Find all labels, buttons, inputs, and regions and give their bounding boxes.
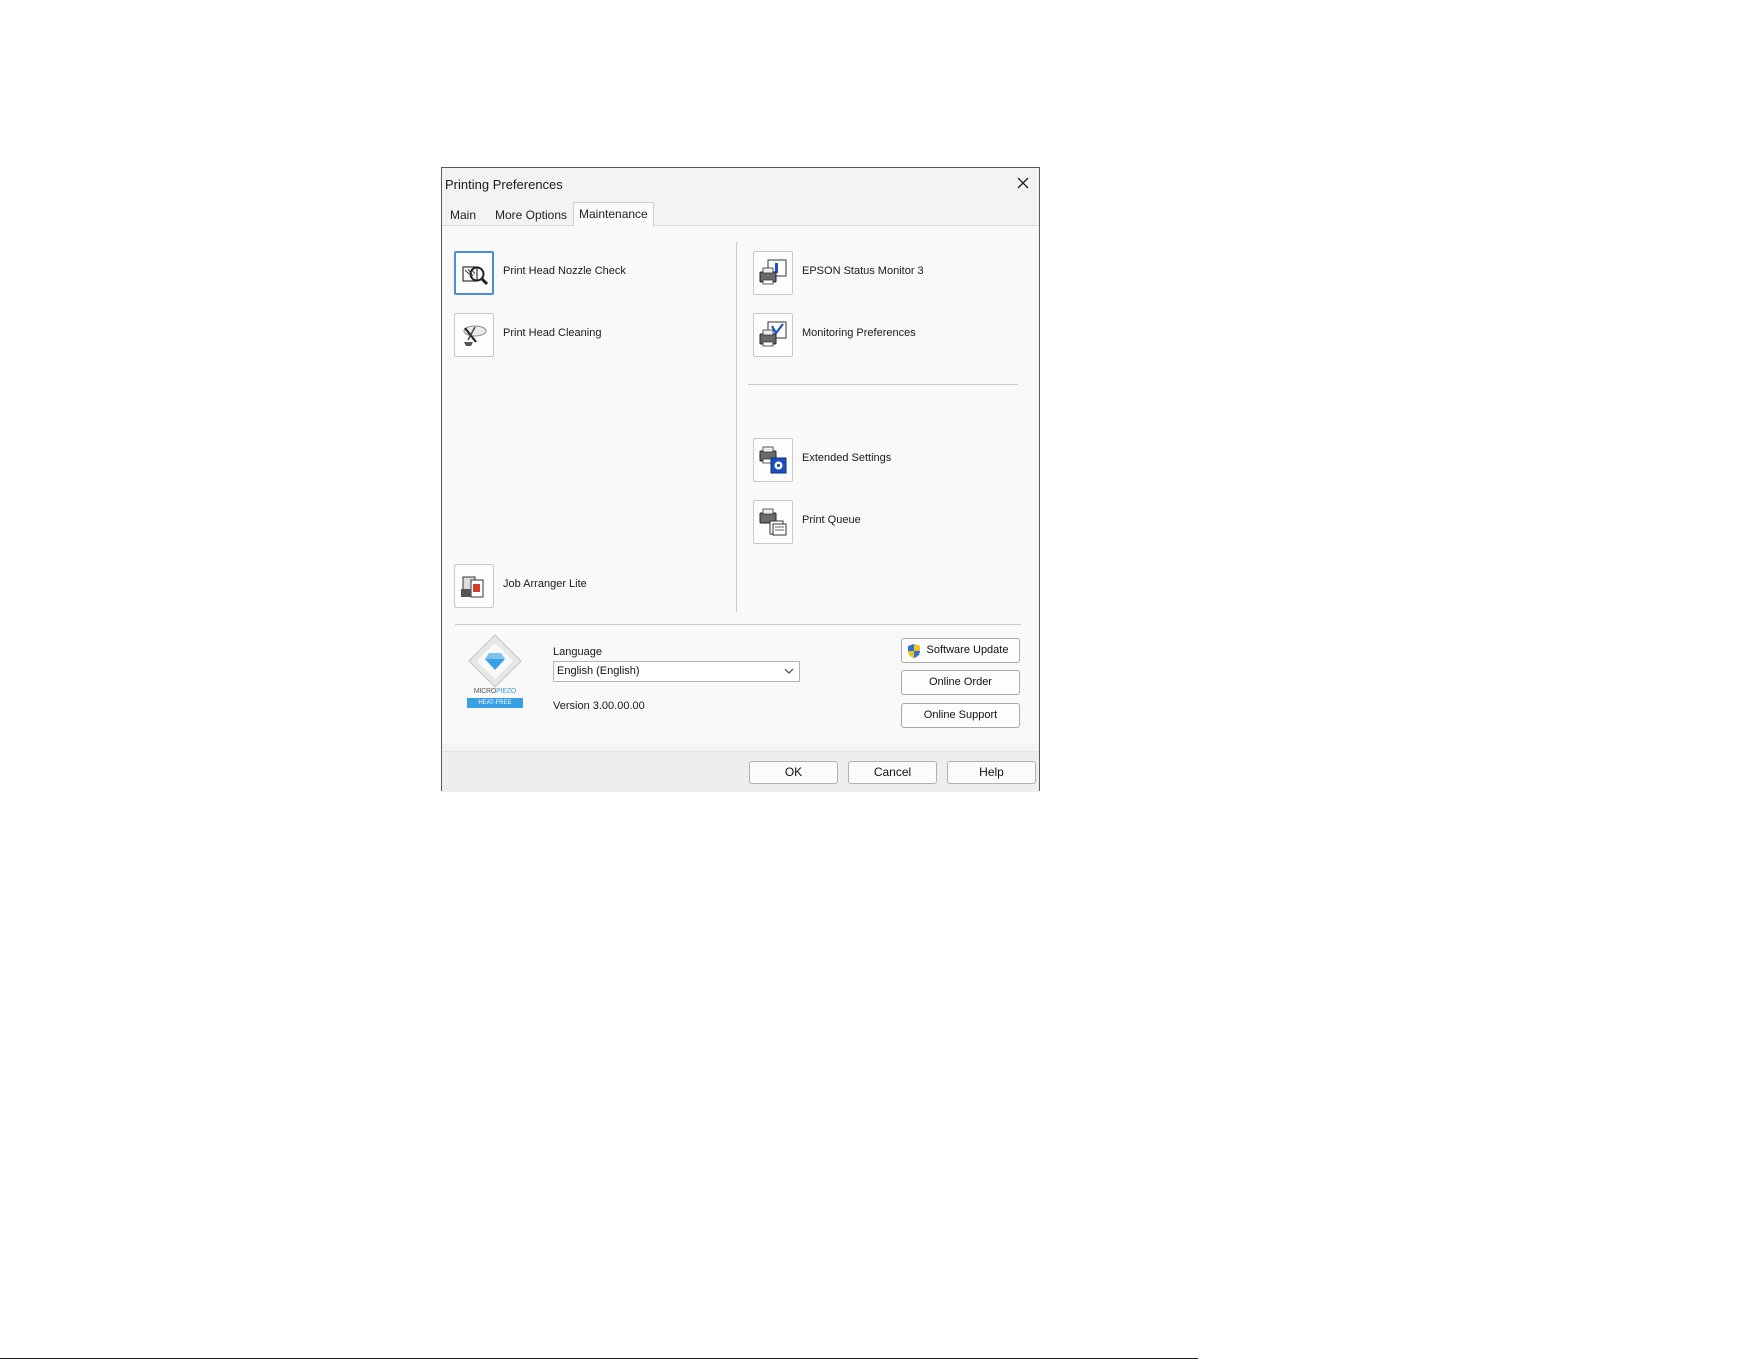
tab-more-options[interactable]: More Options xyxy=(490,205,572,225)
title-bar: Printing Preferences xyxy=(442,168,1039,200)
page-rule xyxy=(0,1358,1198,1359)
job-arranger-lite-label: Job Arranger Lite xyxy=(503,578,587,590)
micro-piezo-logo: MICROPIEZO HEAT-FREE xyxy=(465,633,525,713)
software-update-label: Software Update xyxy=(926,644,1009,656)
maintenance-panel: Print Head Nozzle Check Print Head Clean… xyxy=(442,226,1039,744)
print-head-nozzle-check-label: Print Head Nozzle Check xyxy=(503,265,626,277)
ok-button[interactable]: OK xyxy=(749,761,838,784)
software-update-button[interactable]: Software Update xyxy=(901,638,1020,663)
printing-preferences-dialog: Printing Preferences Main More Options M… xyxy=(441,167,1040,792)
cancel-button[interactable]: Cancel xyxy=(848,761,937,784)
version-text: Version 3.00.00.00 xyxy=(553,700,645,712)
print-head-cleaning-label: Print Head Cleaning xyxy=(503,327,602,339)
epson-status-monitor-label: EPSON Status Monitor 3 xyxy=(802,265,924,277)
print-queue-label: Print Queue xyxy=(802,514,861,526)
tab-maintenance[interactable]: Maintenance xyxy=(573,202,654,226)
logo-text-heat-free: HEAT-FREE xyxy=(467,698,523,708)
right-column-divider xyxy=(748,384,1018,385)
logo-text-piezo: PIEZO xyxy=(496,688,517,695)
chevron-down-icon xyxy=(784,668,794,674)
language-label: Language xyxy=(553,646,602,658)
help-button[interactable]: Help xyxy=(947,761,1036,784)
job-arranger-lite-button[interactable] xyxy=(454,564,494,608)
extended-settings-icon xyxy=(759,446,787,474)
extended-settings-label: Extended Settings xyxy=(802,452,892,464)
close-button[interactable] xyxy=(1009,168,1039,198)
print-queue-icon xyxy=(759,508,787,536)
column-divider xyxy=(736,242,737,612)
extended-settings-button[interactable] xyxy=(753,438,793,482)
job-arranger-icon xyxy=(461,576,484,598)
print-queue-button[interactable] xyxy=(753,500,793,544)
print-head-nozzle-check-button[interactable] xyxy=(454,251,494,295)
language-select-value: English (English) xyxy=(557,665,640,677)
online-support-button[interactable]: Online Support xyxy=(901,703,1020,728)
tab-main[interactable]: Main xyxy=(445,205,481,225)
close-icon xyxy=(1017,177,1029,189)
window-title: Printing Preferences xyxy=(445,177,563,192)
language-select[interactable]: English (English) xyxy=(553,661,800,682)
head-cleaning-icon xyxy=(463,325,487,346)
dialog-footer: OK Cancel Help xyxy=(442,751,1039,792)
monitoring-preferences-icon xyxy=(759,321,787,347)
online-order-button[interactable]: Online Order xyxy=(901,670,1020,695)
shield-icon xyxy=(908,644,920,658)
epson-status-monitor-button[interactable] xyxy=(753,251,793,295)
logo-text-micro: MICRO xyxy=(473,688,497,695)
print-head-cleaning-button[interactable] xyxy=(454,313,494,357)
nozzle-check-icon xyxy=(462,266,489,286)
status-monitor-icon xyxy=(759,259,787,285)
monitoring-preferences-label: Monitoring Preferences xyxy=(802,327,916,339)
monitoring-preferences-button[interactable] xyxy=(753,313,793,357)
bottom-section-divider xyxy=(455,624,1021,625)
tab-strip: Main More Options Maintenance xyxy=(442,201,1039,226)
